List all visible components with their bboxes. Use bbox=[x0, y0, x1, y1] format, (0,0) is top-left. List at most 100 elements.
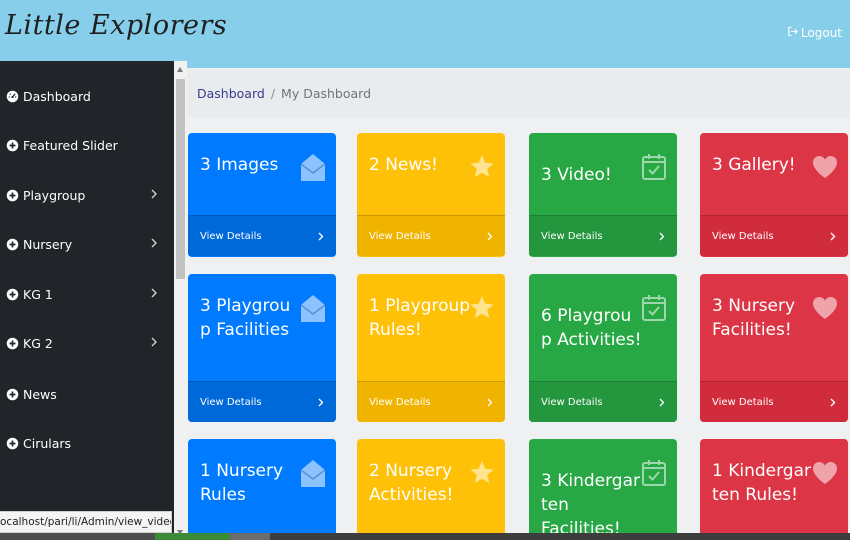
card-title: 6 Playgrou p Activities! bbox=[541, 306, 642, 350]
breadcrumb-current: My Dashboard bbox=[281, 86, 372, 101]
plus-circle-icon bbox=[6, 189, 19, 202]
plus-circle-icon bbox=[6, 288, 19, 301]
star-icon bbox=[469, 457, 495, 489]
chevron-right-icon bbox=[830, 232, 836, 241]
heart-icon bbox=[812, 292, 838, 324]
sidebar-item-featured-slider[interactable]: Featured Slider bbox=[0, 125, 174, 165]
card-title: 3 Playgrou p Facilities bbox=[200, 296, 291, 340]
stat-card: 1 Playgroup Rules! View Details bbox=[357, 274, 505, 422]
sidebar-item-news[interactable]: News bbox=[0, 374, 174, 414]
plus-circle-icon bbox=[6, 437, 19, 450]
stat-card: 3 Playgrou p Facilities View Details bbox=[188, 274, 336, 422]
view-details-link[interactable]: View Details bbox=[700, 381, 848, 422]
heart-icon bbox=[812, 151, 838, 183]
stat-card: 1 Kindergar ten Rules! bbox=[700, 439, 848, 540]
card-title: 2 Nursery Activities! bbox=[369, 461, 454, 505]
plus-circle-icon bbox=[6, 238, 19, 251]
envelope-open-icon bbox=[300, 457, 326, 489]
browser-status-bar: ocalhost/pari/li/Admin/view_video.php bbox=[0, 511, 172, 533]
card-title: 3 Video! bbox=[541, 165, 612, 185]
plus-circle-icon bbox=[6, 337, 19, 350]
calendar-check-icon bbox=[641, 292, 667, 324]
sidebar-item-label: Playgroup bbox=[23, 187, 86, 203]
view-details-label: View Details bbox=[369, 230, 431, 242]
stat-card: 3 Nursery Facilities! View Details bbox=[700, 274, 848, 422]
sidebar-item-label: Nursery bbox=[23, 236, 73, 252]
stat-card: 3 Gallery! View Details bbox=[700, 133, 848, 257]
sidebar-item-kg-2[interactable]: KG 2 bbox=[0, 323, 174, 363]
chevron-right-icon bbox=[659, 232, 665, 241]
view-details-link[interactable]: View Details bbox=[188, 381, 336, 422]
card-title: 3 Gallery! bbox=[712, 155, 796, 175]
stat-card: 3 Kindergar ten Facilities! bbox=[529, 439, 677, 540]
envelope-open-icon bbox=[300, 292, 326, 324]
sidebar: Dashboard Featured Slider Playgroup Nursery… bbox=[0, 61, 174, 540]
view-details-link[interactable]: View Details bbox=[188, 215, 336, 256]
sidebar-item-label: KG 1 bbox=[23, 286, 53, 302]
sidebar-item-label: News bbox=[23, 386, 57, 402]
view-details-label: View Details bbox=[712, 230, 774, 242]
card-title: 3 Nursery Facilities! bbox=[712, 296, 796, 340]
sidebar-item-kg-1[interactable]: KG 1 bbox=[0, 274, 174, 314]
stat-card: 6 Playgrou p Activities! View Details bbox=[529, 274, 677, 422]
view-details-label: View Details bbox=[200, 230, 262, 242]
view-details-link[interactable]: View Details bbox=[357, 215, 505, 256]
scroll-thumb[interactable] bbox=[176, 79, 185, 279]
tachometer-icon bbox=[6, 90, 19, 103]
view-details-label: View Details bbox=[369, 396, 431, 408]
scroll-up-arrow-icon[interactable] bbox=[177, 67, 183, 72]
sidebar-item-cirulars[interactable]: Cirulars bbox=[0, 423, 174, 463]
taskbar-strip bbox=[0, 533, 850, 540]
breadcrumb: Dashboard / My Dashboard bbox=[188, 70, 850, 117]
view-details-link[interactable]: View Details bbox=[357, 381, 505, 422]
chevron-right-icon bbox=[487, 232, 493, 241]
breadcrumb-dashboard-link[interactable]: Dashboard bbox=[197, 86, 265, 101]
heart-icon bbox=[812, 457, 838, 489]
calendar-check-icon bbox=[641, 151, 667, 183]
logout-button[interactable]: Logout bbox=[787, 26, 842, 40]
stat-card: 2 News! View Details bbox=[357, 133, 505, 257]
chevron-right-icon bbox=[318, 398, 324, 407]
stat-card: 1 Nursery Rules bbox=[188, 439, 336, 540]
view-details-label: View Details bbox=[541, 396, 603, 408]
stat-card: 2 Nursery Activities! bbox=[357, 439, 505, 540]
card-title: 1 Kindergar ten Rules! bbox=[712, 461, 812, 505]
sidebar-item-nursery[interactable]: Nursery bbox=[0, 224, 174, 264]
sidebar-item-label: Cirulars bbox=[23, 435, 72, 451]
card-title: 3 Kindergar ten Facilities! bbox=[541, 471, 641, 539]
card-title: 2 News! bbox=[369, 155, 438, 175]
chevron-right-icon bbox=[318, 232, 324, 241]
calendar-check-icon bbox=[641, 457, 667, 489]
card-title: 1 Nursery Rules bbox=[200, 461, 284, 505]
view-details-link[interactable]: View Details bbox=[529, 381, 677, 422]
brand-title[interactable]: Little Explorers bbox=[5, 10, 227, 41]
stat-card: 3 Video! View Details bbox=[529, 133, 677, 257]
sign-out-icon bbox=[787, 26, 798, 40]
chevron-right-icon bbox=[659, 398, 665, 407]
view-details-label: View Details bbox=[200, 396, 262, 408]
chevron-right-icon bbox=[487, 398, 493, 407]
sidebar-scrollbar[interactable] bbox=[174, 61, 187, 540]
sidebar-item-label: Featured Slider bbox=[23, 137, 118, 153]
logout-label: Logout bbox=[800, 26, 842, 40]
sidebar-item-dashboard[interactable]: Dashboard bbox=[0, 76, 174, 116]
star-icon bbox=[469, 151, 495, 183]
sidebar-item-playgroup[interactable]: Playgroup bbox=[0, 175, 174, 215]
breadcrumb-separator: / bbox=[270, 86, 276, 101]
star-icon bbox=[469, 292, 495, 324]
chevron-right-icon bbox=[830, 398, 836, 407]
plus-circle-icon bbox=[6, 388, 19, 401]
view-details-label: View Details bbox=[712, 396, 774, 408]
view-details-link[interactable]: View Details bbox=[529, 215, 677, 256]
sidebar-item-label: Dashboard bbox=[23, 88, 91, 104]
chevron-right-icon bbox=[150, 188, 158, 200]
stat-card: 3 Images View Details bbox=[188, 133, 336, 257]
card-title: 1 Playgroup Rules! bbox=[369, 296, 471, 340]
envelope-open-icon bbox=[300, 151, 326, 183]
chevron-right-icon bbox=[150, 287, 158, 299]
top-navbar: Little Explorers Logout bbox=[0, 0, 850, 68]
view-details-label: View Details bbox=[541, 230, 603, 242]
card-title: 3 Images bbox=[200, 155, 279, 175]
chevron-right-icon bbox=[150, 237, 158, 249]
view-details-link[interactable]: View Details bbox=[700, 215, 848, 256]
